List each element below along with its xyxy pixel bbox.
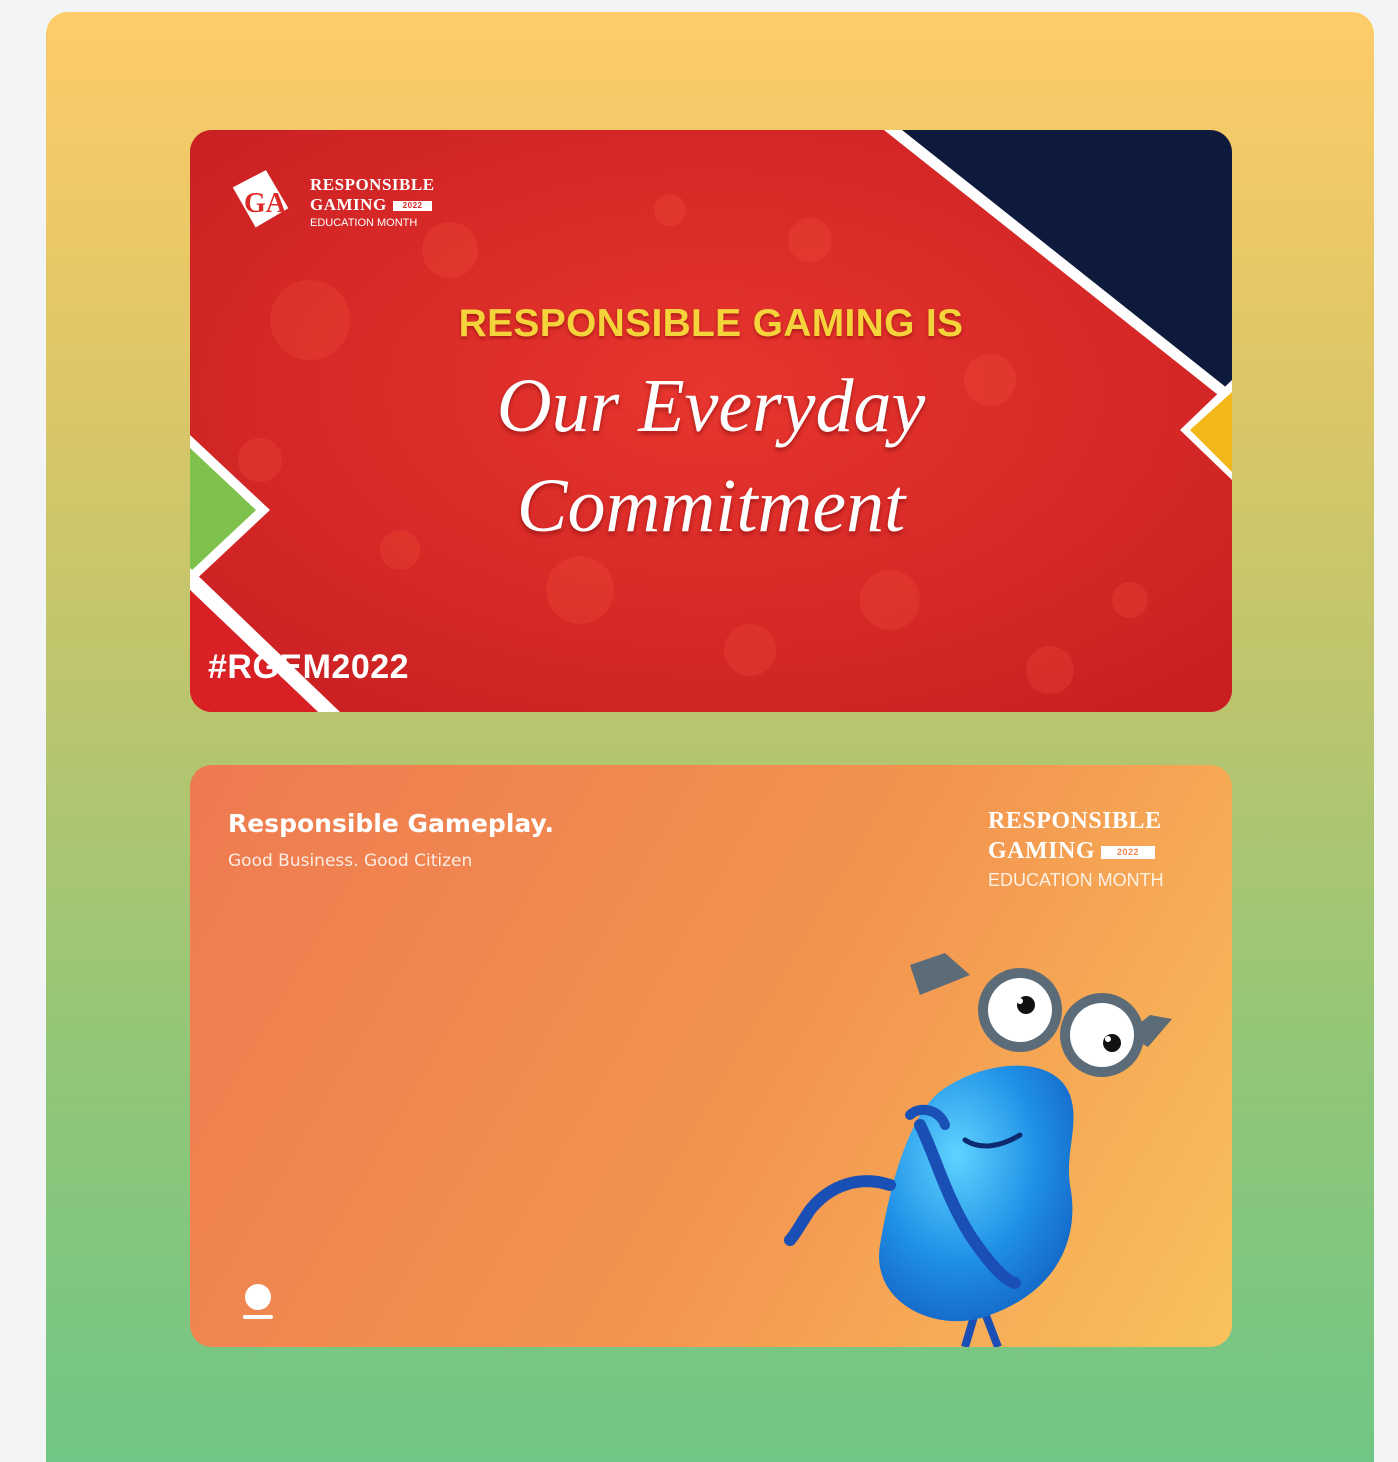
svg-text:GA: GA xyxy=(244,188,287,219)
headline-line-2: Our Everyday xyxy=(496,364,926,448)
logo-line-1: RESPONSIBLE xyxy=(988,808,1162,834)
aga-logo-icon: GA xyxy=(232,170,289,228)
rgem-logo: GA RESPONSIBLE GAMING 2022 EDUCATION MONT… xyxy=(222,170,482,250)
logo-line-3: EDUCATION MONTH xyxy=(988,870,1164,890)
mascot-character xyxy=(784,953,1172,1347)
gameplay-banner-image[interactable]: Responsible Gameplay. Good Business. Goo… xyxy=(190,765,1232,1347)
hashtag: #RGEM2022 xyxy=(208,648,410,686)
logo-line-3: EDUCATION MONTH xyxy=(310,217,418,229)
headline-top: RESPONSIBLE GAMING IS xyxy=(458,302,964,345)
year-badge: 2022 xyxy=(392,200,433,212)
person-icon xyxy=(243,1284,273,1319)
content-panel: GA RESPONSIBLE GAMING 2022 EDUCATION MONT… xyxy=(46,12,1374,1462)
headline-line-3: Commitment xyxy=(516,464,906,548)
logo-line-1: RESPONSIBLE xyxy=(310,175,435,194)
rgem-banner-image[interactable]: GA RESPONSIBLE GAMING 2022 EDUCATION MONT… xyxy=(190,130,1232,712)
gameplay-subtitle: Good Business. Good Citizen xyxy=(228,851,473,871)
logo-line-2: GAMING 2022 xyxy=(310,196,433,214)
gameplay-title: Responsible Gameplay. xyxy=(228,809,554,838)
logo-line-2: GAMING 2022 xyxy=(988,838,1156,864)
year-badge: 2022 xyxy=(1101,845,1156,860)
